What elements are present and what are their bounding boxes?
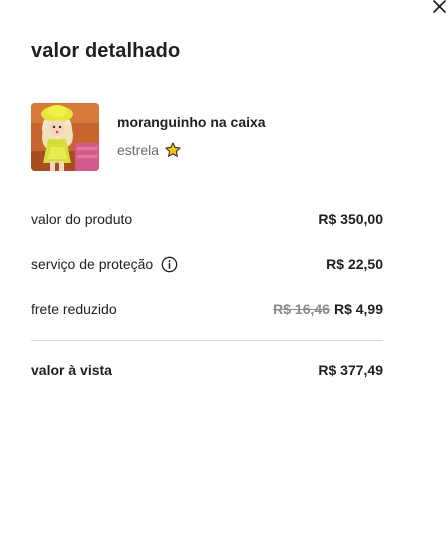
protection-amount: R$ 22,50 xyxy=(326,256,383,272)
row-total: valor à vista R$ 377,49 xyxy=(31,358,383,382)
product-value-amount: R$ 350,00 xyxy=(318,211,383,227)
row-protection: serviço de proteção R$ 22,50 xyxy=(31,252,383,276)
product-thumbnail[interactable] xyxy=(31,103,99,171)
close-icon xyxy=(430,0,448,18)
product-summary: moranguinho na caixa estrela xyxy=(31,103,266,171)
product-name[interactable]: moranguinho na caixa xyxy=(117,114,266,130)
product-brand[interactable]: estrela xyxy=(117,142,159,158)
divider xyxy=(31,340,383,341)
shipping-label: frete reduzido xyxy=(31,301,117,317)
panel-title: valor detalhado xyxy=(31,40,181,62)
row-shipping: frete reduzido R$ 16,46 R$ 4,99 xyxy=(31,297,383,321)
product-value-label: valor do produto xyxy=(31,211,133,227)
price-breakdown: valor do produto R$ 350,00 serviço de pr… xyxy=(31,207,383,321)
info-icon[interactable] xyxy=(161,256,178,273)
shipping-amount: R$ 4,99 xyxy=(333,301,383,317)
protection-label: serviço de proteção xyxy=(31,256,154,272)
protection-label-wrapper: serviço de proteção xyxy=(31,256,178,273)
shipping-amounts: R$ 16,46 R$ 4,99 xyxy=(273,301,383,317)
row-product-value: valor do produto R$ 350,00 xyxy=(31,207,383,231)
close-button[interactable] xyxy=(430,0,448,18)
star-icon xyxy=(164,141,182,159)
total-amount: R$ 377,49 xyxy=(318,362,383,378)
shipping-old-amount: R$ 16,46 xyxy=(273,301,330,317)
total-label: valor à vista xyxy=(31,362,112,378)
